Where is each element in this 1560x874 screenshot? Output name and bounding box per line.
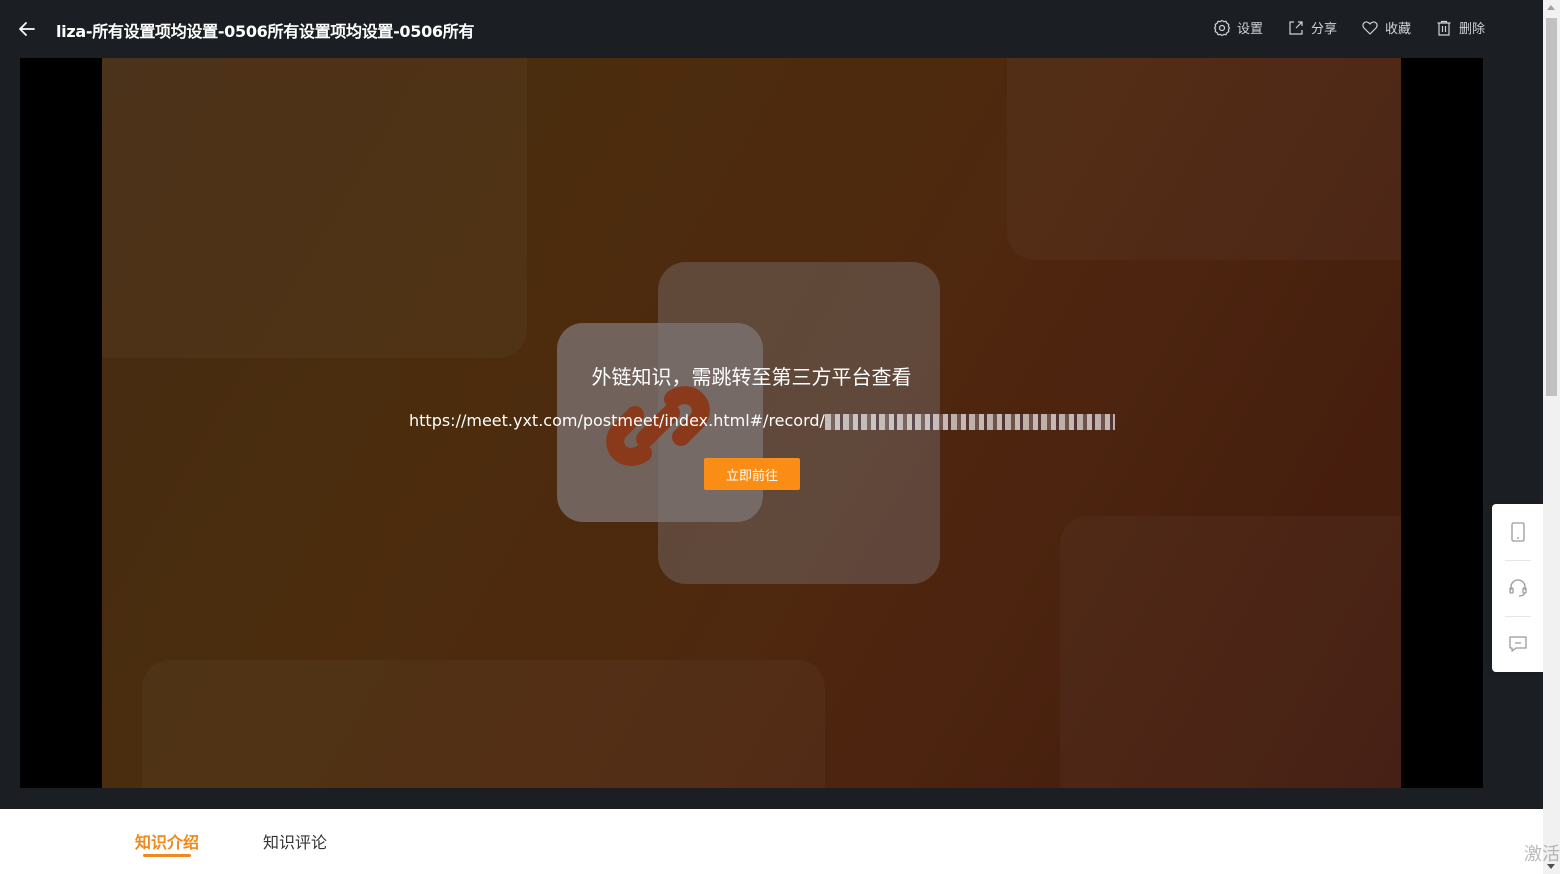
favorite-button[interactable]: 收藏 — [1361, 18, 1411, 37]
scroll-thumb[interactable] — [1546, 18, 1557, 396]
side-toolbar — [1492, 504, 1543, 672]
heart-icon — [1362, 20, 1378, 35]
page-scrollbar[interactable] — [1543, 0, 1560, 874]
header-actions: 设置 分享 收藏 删除 — [1213, 18, 1485, 37]
top-area: liza-所有设置项均设置-0506所有设置项均设置-0506所有 设置 分享 — [0, 0, 1543, 809]
external-link-message: 外链知识，需跳转至第三方平台查看 — [591, 365, 912, 389]
customer-service-button[interactable] — [1492, 560, 1543, 616]
knowledge-tabs: 知识介绍 知识评论 — [0, 809, 1543, 874]
settings-button[interactable]: 设置 — [1213, 18, 1263, 37]
share-button[interactable]: 分享 — [1287, 18, 1337, 37]
redacted-url-segment — [824, 413, 1115, 430]
comment-icon — [1508, 636, 1527, 652]
trash-icon — [1437, 20, 1451, 36]
delete-button[interactable]: 删除 — [1435, 18, 1485, 37]
favorite-label: 收藏 — [1384, 22, 1411, 37]
player-stage: 外链知识，需跳转至第三方平台查看 https://meet.yxt.com/po… — [102, 58, 1401, 788]
external-link-url-text: https://meet.yxt.com/postmeet/index.html… — [409, 411, 825, 430]
header: liza-所有设置项均设置-0506所有设置项均设置-0506所有 设置 分享 — [0, 0, 1543, 58]
back-arrow-icon[interactable] — [16, 18, 38, 40]
headset-icon — [1508, 579, 1527, 597]
tab-knowledge-comments[interactable]: 知识评论 — [263, 829, 327, 853]
tab-knowledge-intro[interactable]: 知识介绍 — [135, 829, 199, 853]
mobile-view-button[interactable] — [1492, 504, 1543, 560]
active-tab-indicator — [143, 854, 191, 857]
settings-label: 设置 — [1236, 22, 1263, 37]
activation-watermark: 激活 — [1524, 844, 1560, 865]
external-link-url: https://meet.yxt.com/postmeet/index.html… — [409, 411, 1115, 430]
share-label: 分享 — [1310, 22, 1337, 37]
page-title: liza-所有设置项均设置-0506所有设置项均设置-0506所有 — [56, 22, 475, 41]
video-player: 外链知识，需跳转至第三方平台查看 https://meet.yxt.com/po… — [20, 58, 1483, 788]
go-now-button[interactable]: 立即前往 — [704, 458, 800, 490]
feedback-button[interactable] — [1492, 616, 1543, 672]
scroll-up-arrow-icon[interactable] — [1547, 5, 1555, 10]
gear-icon — [1213, 19, 1231, 36]
mobile-icon — [1510, 522, 1525, 542]
delete-label: 删除 — [1458, 22, 1485, 37]
share-icon — [1289, 20, 1303, 35]
